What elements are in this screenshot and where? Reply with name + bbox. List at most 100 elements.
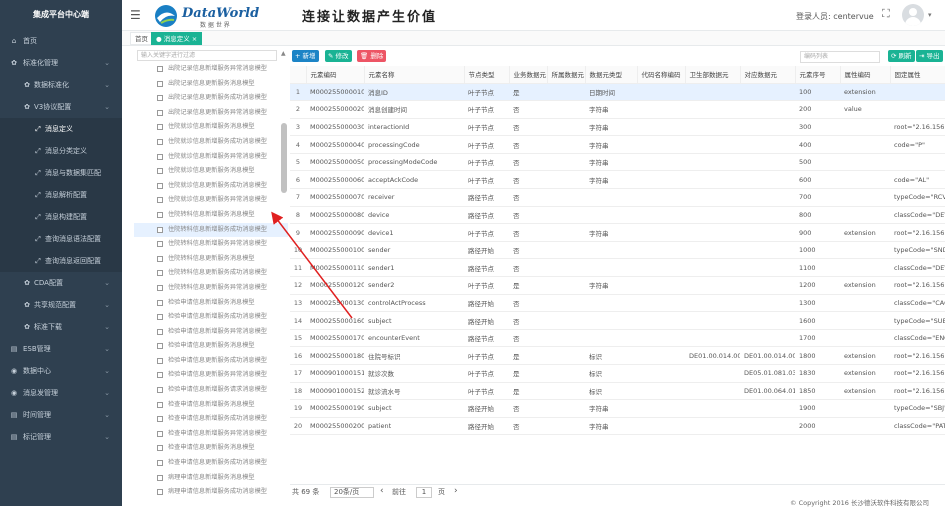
next-page-button[interactable]: › xyxy=(454,486,458,496)
tree-filter-input[interactable]: 输入关键字进行过滤 xyxy=(137,50,277,61)
column-header[interactable]: 业务数据元 xyxy=(509,66,548,84)
chevron-down-icon[interactable]: ▾ xyxy=(928,11,932,19)
tree-node[interactable]: 检验申请信息更新服务消息模型 xyxy=(134,339,288,354)
column-header[interactable]: 固定属性 xyxy=(890,66,945,84)
sidebar-item[interactable]: ⤢ 消息解析配置 xyxy=(0,184,122,206)
tree-node[interactable]: 检查申请信息更新服务成功消息模型 xyxy=(134,456,288,471)
table-row[interactable]: 18 M000901000152 就诊流水号 叶子节点是 标识 DE01.00.064.0… xyxy=(290,382,945,401)
edit-button[interactable]: ✎ 修改 xyxy=(325,50,352,62)
tree-node[interactable]: 住院就诊信息新增服务异常消息模型 xyxy=(134,150,288,165)
sidebar-item[interactable]: ▤ 标记管理 ⌄ xyxy=(0,426,122,448)
tree-node-checkbox[interactable] xyxy=(157,66,163,72)
tree-node-checkbox[interactable] xyxy=(157,489,163,496)
tree-node[interactable]: 检查申请信息新增服务消息模型 xyxy=(134,398,288,413)
tree-node-checkbox[interactable] xyxy=(157,168,163,175)
tab-home[interactable]: 首页 xyxy=(130,32,153,45)
table-row[interactable]: 7 M000255000070 receiver 路径节点否 700 typeCode="… xyxy=(290,188,945,207)
column-header[interactable]: 元素名称 xyxy=(364,66,465,84)
tree-node-checkbox[interactable] xyxy=(157,445,163,452)
column-header[interactable]: 属性编码 xyxy=(840,66,891,84)
table-row[interactable]: 6 M000255000060 acceptAckCode 叶子节点否 字符串 600 co… xyxy=(290,170,945,190)
table-row[interactable]: 13 M000255000130 controlActProcess 路径开始否 130… xyxy=(290,294,945,313)
table-row[interactable]: 16 M000255000180 住院号标识 叶子节点是 标识 DE01.00.014.0… xyxy=(290,346,945,365)
table-row[interactable]: 20 M000255000200 patient 路径开始否 字符串 2000 classC… xyxy=(290,417,945,436)
sidebar-item[interactable]: ⤢ 消息定义 xyxy=(0,118,122,140)
tree-node[interactable]: 住院就诊信息新增服务成功消息模型 xyxy=(134,135,288,150)
tree-node[interactable]: 住院转科信息更新服务异常消息模型 xyxy=(134,281,288,296)
tree-node-checkbox[interactable] xyxy=(157,95,163,102)
table-row[interactable]: 3 M000255000030 interactionId 叶子节点否 字符串 300 ro… xyxy=(290,118,945,137)
tree-node-checkbox[interactable] xyxy=(157,138,163,145)
tree-node[interactable]: 检查申请信息新增服务异常消息模型 xyxy=(134,427,288,442)
tree-node-checkbox[interactable] xyxy=(157,109,163,116)
tree-node-checkbox[interactable] xyxy=(157,80,163,87)
tree-node[interactable]: 检查申请信息更新服务消息模型 xyxy=(134,441,288,456)
column-header[interactable]: 代码名称编码 xyxy=(637,66,686,84)
sidebar-item[interactable]: ▤ 时间管理 ⌄ xyxy=(0,404,122,426)
tree-node[interactable]: 检验申请信息更新服务成功消息模型 xyxy=(134,354,288,369)
tree-node[interactable]: 出院记录信息新增服务异常消息模型 xyxy=(134,62,288,77)
table-row[interactable]: 12 M000255000120 sender2 叶子节点是 字符串 1200 extens… xyxy=(290,276,945,295)
table-row[interactable]: 15 M000255000170 encounterEvent 路径节点否 1700 cl… xyxy=(290,329,945,348)
fullscreen-icon[interactable]: ⛶ xyxy=(882,7,890,21)
sidebar-item[interactable]: ⤢ 查询消息返回配置 xyxy=(0,250,122,272)
tree-node-checkbox[interactable] xyxy=(157,401,163,408)
tree-node[interactable]: 检查申请信息新增服务成功消息模型 xyxy=(134,412,288,427)
tree-node-checkbox[interactable] xyxy=(157,314,163,321)
delete-button[interactable]: 🗑 删除 xyxy=(357,50,387,62)
table-row[interactable]: 2 M000255000020 消息创建时间 叶子节点否 字符串 200 value xyxy=(290,100,945,119)
sidebar-item[interactable]: ✿ 数据标准化 ⌄ xyxy=(0,74,122,96)
tree-node-checkbox[interactable] xyxy=(157,284,163,291)
tree-node[interactable]: 住院就诊信息更新服务消息模型 xyxy=(134,164,288,179)
tree-node[interactable]: 病理申请信息新增服务成功消息模型 xyxy=(134,485,288,498)
table-row[interactable]: 4 M000255000040 processingCode 叶子节点否 字符串 400 c… xyxy=(290,135,945,154)
tree-node[interactable]: 住院就诊信息更新服务成功消息模型 xyxy=(134,179,288,194)
tree-node[interactable]: 住院转科信息更新服务消息模型 xyxy=(134,252,288,267)
tree-node[interactable]: 出院记录信息更新服务消息模型 xyxy=(134,77,288,92)
tree-node[interactable]: 病理申请信息新增服务消息模型 xyxy=(134,471,288,486)
tree-node[interactable]: 住院就诊信息新增服务消息模型 xyxy=(134,120,288,135)
menu-toggle-icon[interactable]: ☰ xyxy=(130,8,141,22)
avatar[interactable] xyxy=(902,4,924,26)
sidebar-item[interactable]: ✿ 标准下载 ⌄ xyxy=(0,316,122,338)
tree-node-checkbox[interactable] xyxy=(157,416,163,423)
tree-node[interactable]: 住院就诊信息更新服务异常消息模型 xyxy=(134,193,288,208)
tree-node-checkbox[interactable] xyxy=(157,226,163,233)
tree-node-checkbox[interactable] xyxy=(157,343,163,350)
tree-node[interactable]: 检验申请信息新增服务异常消息模型 xyxy=(134,325,288,340)
column-header[interactable]: 节点类型 xyxy=(464,66,510,84)
tab-message-definition[interactable]: ● 消息定义 × xyxy=(151,32,203,45)
tree-node-checkbox[interactable] xyxy=(157,270,163,277)
column-header[interactable]: 元素编码 xyxy=(306,66,365,84)
tree-node[interactable]: 住院转科信息新增服务异常消息模型 xyxy=(134,237,288,252)
tree-node-checkbox[interactable] xyxy=(157,372,163,379)
tree-node-checkbox[interactable] xyxy=(157,255,163,262)
column-header[interactable]: 数据元类型 xyxy=(585,66,638,84)
tree-node-checkbox[interactable] xyxy=(157,153,163,160)
tree-node[interactable]: 住院转科信息新增服务消息模型 xyxy=(134,208,288,223)
column-header[interactable]: 对应数据元 xyxy=(740,66,796,84)
sidebar-item[interactable]: ▤ ESB管理 ⌄ xyxy=(0,338,122,360)
table-row[interactable]: 11 M000255000110 sender1 路径节点否 1100 classCode… xyxy=(290,258,945,278)
column-header[interactable]: 所属数据元 xyxy=(547,66,586,84)
tree-node[interactable]: 出院记录信息更新服务异常消息模型 xyxy=(134,106,288,121)
code-search-input[interactable]: 编码列表 xyxy=(800,51,880,63)
prev-page-button[interactable]: ‹ xyxy=(380,486,384,496)
table-row[interactable]: 17 M000901000151 就诊次数 叶子节点是 标识 DE05.01.081.03… xyxy=(290,364,945,383)
sidebar-item[interactable]: ⌂ 首页 xyxy=(0,30,122,52)
sidebar-item[interactable]: ⤢ 消息与数据集匹配 xyxy=(0,162,122,184)
sidebar-item[interactable]: ◉ 数据中心 ⌄ xyxy=(0,360,122,382)
export-button[interactable]: ⇥ 导出 xyxy=(916,50,943,62)
page-size-select[interactable]: 20条/页 xyxy=(330,487,374,498)
tree-node[interactable]: 出院记录信息更新服务成功消息模型 xyxy=(134,91,288,106)
tree-node-checkbox[interactable] xyxy=(157,241,163,248)
tree-node[interactable]: 住院转科信息新增服务成功消息模型 xyxy=(134,222,288,238)
tree-node-checkbox[interactable] xyxy=(157,474,163,481)
tree-scrollbar[interactable] xyxy=(281,123,287,193)
sidebar-item[interactable]: ⤢ 查询消息语法配置 xyxy=(0,228,122,250)
sidebar-item[interactable]: ✿ 标准化管理 ⌄ xyxy=(0,52,122,74)
tree-node-checkbox[interactable] xyxy=(157,328,163,335)
tree-node-checkbox[interactable] xyxy=(157,211,163,218)
tree-node-checkbox[interactable] xyxy=(157,430,163,437)
table-row[interactable]: 1 M000255000010 消息ID 叶子节点是 日期时间 100 extension xyxy=(290,83,945,102)
